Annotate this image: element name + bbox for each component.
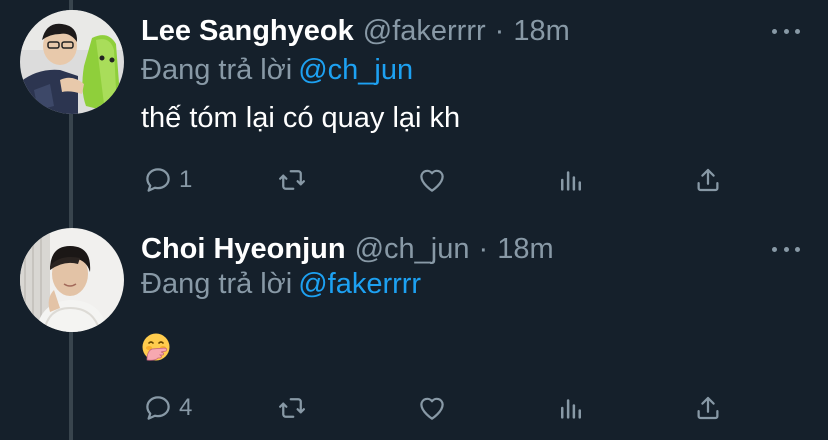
- tweet-actions: 4: [0, 392, 828, 424]
- replying-to: Đang trả lời @ch_jun: [141, 54, 413, 87]
- user-handle[interactable]: @fakerrrr: [363, 15, 486, 48]
- tweet-header: Choi Hyeonjun @ch_jun · 18m: [141, 232, 554, 266]
- display-name[interactable]: Choi Hyeonjun: [141, 233, 346, 266]
- timestamp[interactable]: 18m: [497, 233, 553, 266]
- analytics-button[interactable]: [556, 164, 586, 196]
- separator-dot: ·: [478, 232, 489, 265]
- reply-button[interactable]: 1: [143, 164, 192, 196]
- mention-link[interactable]: @fakerrrr: [298, 268, 421, 300]
- share-icon: [697, 168, 719, 192]
- retweet-button[interactable]: [277, 164, 307, 196]
- share-button[interactable]: [693, 164, 723, 196]
- share-icon: [697, 396, 719, 420]
- tweet[interactable]: Choi Hyeonjun @ch_jun · 18m Đang trả lời…: [0, 212, 828, 440]
- replying-to-label: Đang trả lời: [141, 54, 293, 86]
- replying-to: Đang trả lời @fakerrrr: [141, 268, 421, 301]
- like-icon: [420, 169, 444, 192]
- timestamp[interactable]: 18m: [513, 15, 569, 48]
- reply-count: 1: [179, 166, 193, 193]
- tweet-header: Lee Sanghyeok @fakerrrr · 18m: [141, 14, 570, 48]
- avatar[interactable]: [20, 10, 124, 114]
- like-icon: [420, 397, 444, 420]
- tweet[interactable]: Lee Sanghyeok @fakerrrr · 18m Đang trả l…: [0, 0, 828, 212]
- reply-icon: [146, 396, 170, 420]
- tweet-text: thế tóm lại có quay lại kh: [141, 102, 461, 134]
- avatar[interactable]: [20, 228, 124, 332]
- reply-icon: [146, 168, 170, 192]
- retweet-icon: [279, 170, 305, 190]
- separator-dot: ·: [494, 14, 505, 47]
- analytics-button[interactable]: [556, 392, 586, 424]
- mention-link[interactable]: @ch_jun: [298, 54, 413, 86]
- display-name[interactable]: Lee Sanghyeok: [141, 15, 354, 48]
- more-icon[interactable]: [772, 26, 800, 36]
- like-button[interactable]: [417, 164, 447, 196]
- retweet-button[interactable]: [277, 392, 307, 424]
- tweet-actions: 1: [0, 164, 828, 196]
- share-button[interactable]: [693, 392, 723, 424]
- retweet-icon: [279, 398, 305, 418]
- user-handle[interactable]: @ch_jun: [355, 233, 470, 266]
- reply-button[interactable]: 4: [143, 392, 192, 424]
- analytics-icon: [561, 399, 581, 419]
- analytics-icon: [561, 171, 581, 191]
- like-button[interactable]: [417, 392, 447, 424]
- replying-to-label: Đang trả lời: [141, 268, 293, 300]
- reply-count: 4: [179, 394, 193, 421]
- face-with-hand-over-mouth-emoji: [141, 332, 171, 362]
- more-icon[interactable]: [772, 244, 800, 254]
